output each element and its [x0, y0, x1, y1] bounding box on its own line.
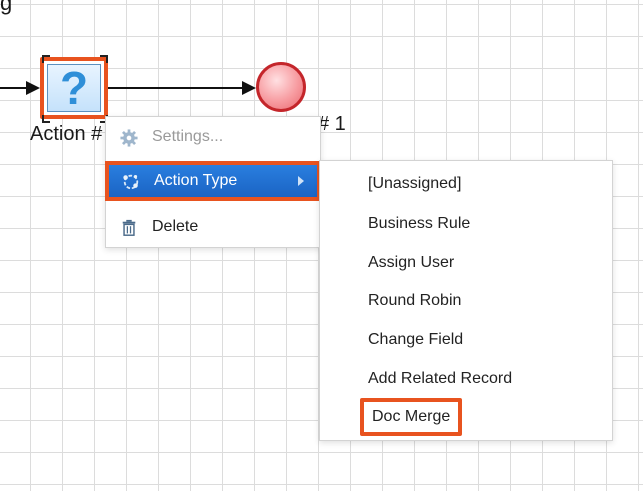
selection-handle-tl[interactable] [42, 55, 50, 63]
menu-item-label: Settings... [152, 128, 224, 145]
menu-item-settings[interactable]: Settings... [106, 120, 320, 154]
menu-item-label: Action Type [154, 172, 238, 189]
incoming-flow-line[interactable] [0, 87, 28, 89]
submenu-item-unassigned[interactable]: [Unassigned] [368, 173, 461, 195]
submenu-item-round-robin[interactable]: Round Robin [368, 290, 461, 312]
canvas-label-fragment: g [0, 0, 13, 15]
action-node-body: ? [47, 64, 101, 112]
question-mark-icon: ? [59, 62, 89, 114]
selection-handle-bl[interactable] [42, 115, 50, 123]
submenu-item-assign-user[interactable]: Assign User [368, 252, 454, 274]
action-type-submenu: [Unassigned] Business Rule Assign User R… [319, 160, 613, 441]
gear-icon [120, 129, 138, 147]
trash-icon [122, 219, 136, 236]
selection-handle-tr[interactable] [100, 55, 108, 63]
menu-item-label: Delete [152, 218, 199, 235]
submenu-item-business-rule[interactable]: Business Rule [368, 213, 470, 235]
menu-item-action-type[interactable]: Action Type [105, 161, 321, 201]
context-menu: Settings... Action Type Delete [105, 116, 321, 248]
submenu-item-add-related-record[interactable]: Add Related Record [368, 368, 512, 390]
submenu-item-change-field[interactable]: Change Field [368, 329, 463, 351]
action-node-label: Action # [30, 123, 103, 145]
process-action-icon [123, 174, 139, 190]
outgoing-arrow-icon [242, 81, 256, 95]
menu-item-delete[interactable]: Delete [106, 210, 320, 244]
end-event-circle-icon[interactable] [256, 62, 306, 112]
submenu-arrow-icon [298, 176, 304, 186]
action-node[interactable]: ? [40, 57, 108, 119]
outgoing-flow-line[interactable] [108, 87, 244, 89]
submenu-item-doc-merge[interactable]: Doc Merge [360, 398, 463, 436]
end-event-label-fragment: # 1 [318, 113, 346, 135]
incoming-arrow-icon [26, 81, 40, 95]
